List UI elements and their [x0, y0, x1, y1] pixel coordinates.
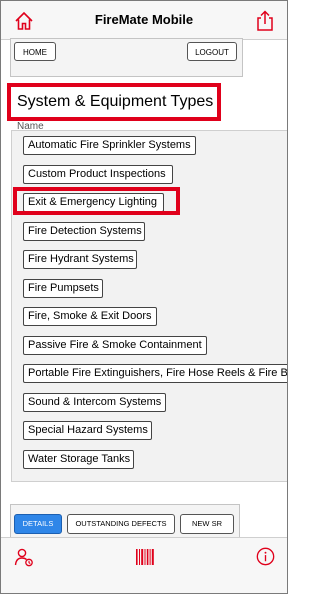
share-icon[interactable]: [255, 10, 275, 32]
equipment-list: Automatic Fire Sprinkler Systems Custom …: [11, 130, 287, 482]
tab-outstanding-defects[interactable]: OUTSTANDING DEFECTS: [67, 514, 175, 534]
list-item[interactable]: Water Storage Tanks: [23, 450, 134, 469]
top-button-panel: HOME LOGOUT: [10, 38, 243, 77]
section-title-highlight: System & Equipment Types: [7, 83, 221, 121]
bottom-tab-panel: DETAILS OUTSTANDING DEFECTS NEW SR: [10, 504, 240, 539]
list-item[interactable]: Sound & Intercom Systems: [23, 393, 166, 412]
list-item[interactable]: Portable Fire Extinguishers, Fire Hose R…: [23, 364, 287, 383]
home-button[interactable]: HOME: [14, 42, 56, 61]
list-item[interactable]: Fire Pumpsets: [23, 279, 103, 298]
tab-new-sr[interactable]: NEW SR: [180, 514, 234, 534]
barcode-icon[interactable]: [135, 547, 155, 567]
bottom-toolbar: [1, 537, 287, 593]
app-title: FireMate Mobile: [94, 12, 194, 27]
list-item[interactable]: Special Hazard Systems: [23, 421, 152, 440]
logout-button[interactable]: LOGOUT: [187, 42, 237, 61]
list-item[interactable]: Custom Product Inspections: [23, 165, 173, 184]
list-item[interactable]: Fire, Smoke & Exit Doors: [23, 307, 157, 326]
list-item[interactable]: Fire Hydrant Systems: [23, 250, 137, 269]
list-item[interactable]: Automatic Fire Sprinkler Systems: [23, 136, 196, 155]
section-title: System & Equipment Types: [17, 93, 214, 110]
list-item[interactable]: Passive Fire & Smoke Containment: [23, 336, 207, 355]
app-frame: FireMate Mobile HOME LOGOUT System & Equ…: [0, 0, 288, 594]
tab-details[interactable]: DETAILS: [14, 514, 62, 534]
info-icon[interactable]: [256, 547, 275, 566]
top-bar: FireMate Mobile: [1, 1, 287, 40]
list-item[interactable]: Fire Detection Systems: [23, 222, 145, 241]
user-icon[interactable]: [14, 547, 34, 567]
item-highlight: [13, 187, 180, 215]
